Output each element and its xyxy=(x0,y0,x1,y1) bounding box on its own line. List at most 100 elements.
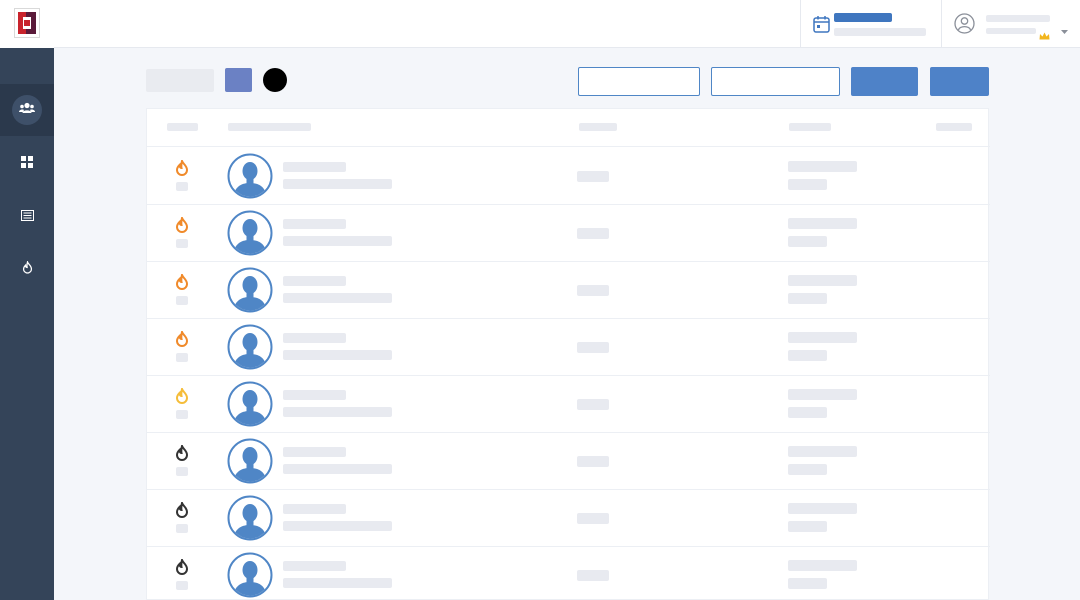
fire-icon xyxy=(175,214,189,233)
app-root xyxy=(0,0,1080,600)
filter-input-1[interactable] xyxy=(578,67,700,96)
email-placeholder xyxy=(283,578,392,588)
col4-line1-placeholder xyxy=(788,389,857,400)
primary-button-2[interactable] xyxy=(930,67,989,96)
leads-table xyxy=(146,108,990,600)
col4-line2-placeholder xyxy=(788,350,827,361)
avatar[interactable] xyxy=(227,381,273,427)
avatar[interactable] xyxy=(227,267,273,313)
filter-input-2[interactable] xyxy=(711,67,840,96)
status-label-placeholder xyxy=(176,182,188,191)
avatar[interactable] xyxy=(227,438,273,484)
header-col-name xyxy=(228,123,311,131)
date-label-bar xyxy=(834,13,892,22)
fire-icon xyxy=(175,499,189,518)
sidebar-item-users[interactable] xyxy=(0,84,54,136)
col4-line1-placeholder xyxy=(788,275,857,286)
list-icon xyxy=(20,208,34,226)
fire-icon xyxy=(175,385,189,404)
avatar[interactable] xyxy=(227,495,273,541)
name-placeholder xyxy=(283,162,346,172)
sidebar-item-dashboard[interactable] xyxy=(0,138,54,190)
brand-logo-icon xyxy=(14,8,40,38)
sidebar-item-list[interactable] xyxy=(0,191,54,243)
fire-icon xyxy=(175,157,189,176)
fire-icon xyxy=(175,328,189,347)
col4-line1-placeholder xyxy=(788,560,857,571)
chevron-down-icon[interactable] xyxy=(1061,21,1068,39)
user-circle-icon xyxy=(954,13,975,39)
name-placeholder xyxy=(283,561,346,571)
table-row[interactable] xyxy=(147,376,990,433)
email-placeholder xyxy=(283,236,392,246)
sidebar-item-fire[interactable] xyxy=(0,244,54,296)
col4-line2-placeholder xyxy=(788,521,827,532)
color-swatch[interactable] xyxy=(225,68,252,92)
table-row[interactable] xyxy=(147,547,990,600)
col3-placeholder xyxy=(577,513,609,524)
col4-line1-placeholder xyxy=(788,332,857,343)
col3-placeholder xyxy=(577,171,609,182)
email-placeholder xyxy=(283,464,392,474)
col4-line1-placeholder xyxy=(788,446,857,457)
name-placeholder xyxy=(283,219,346,229)
calendar-icon xyxy=(813,15,830,38)
name-placeholder xyxy=(283,390,346,400)
date-sub-bar xyxy=(834,28,926,36)
avatar[interactable] xyxy=(227,324,273,370)
user-role-bar xyxy=(986,28,1036,34)
status-label-placeholder xyxy=(176,239,188,248)
col4-line2-placeholder xyxy=(788,407,827,418)
toolbar-label-placeholder xyxy=(146,69,214,92)
user-name-bar xyxy=(986,15,1050,22)
dashboard-grid-icon xyxy=(21,155,33,173)
date-selector[interactable] xyxy=(800,0,941,48)
status-label-placeholder xyxy=(176,581,188,590)
col4-line2-placeholder xyxy=(788,464,827,475)
col3-placeholder xyxy=(577,570,609,581)
logo-container[interactable] xyxy=(0,0,54,48)
top-bar xyxy=(54,0,1080,48)
table-row[interactable] xyxy=(147,148,990,205)
fire-icon xyxy=(175,556,189,575)
col4-line2-placeholder xyxy=(788,179,827,190)
status-label-placeholder xyxy=(176,524,188,533)
email-placeholder xyxy=(283,407,392,417)
header-col-3 xyxy=(579,123,617,131)
status-dot[interactable] xyxy=(263,68,287,92)
col3-placeholder xyxy=(577,285,609,296)
email-placeholder xyxy=(283,179,392,189)
table-row[interactable] xyxy=(147,262,990,319)
col4-line1-placeholder xyxy=(788,161,857,172)
col3-placeholder xyxy=(577,228,609,239)
col4-line2-placeholder xyxy=(788,293,827,304)
fire-icon xyxy=(175,442,189,461)
col3-placeholder xyxy=(577,456,609,467)
col3-placeholder xyxy=(577,342,609,353)
email-placeholder xyxy=(283,521,392,531)
table-row[interactable] xyxy=(147,433,990,490)
crown-icon xyxy=(1039,27,1050,45)
fire-icon xyxy=(22,259,33,279)
status-label-placeholder xyxy=(176,410,188,419)
status-label-placeholder xyxy=(176,296,188,305)
avatar[interactable] xyxy=(227,552,273,598)
avatar[interactable] xyxy=(227,210,273,256)
table-row[interactable] xyxy=(147,490,990,547)
col4-line1-placeholder xyxy=(788,218,857,229)
table-row[interactable] xyxy=(147,205,990,262)
primary-button-1[interactable] xyxy=(851,67,918,96)
name-placeholder xyxy=(283,276,346,286)
avatar[interactable] xyxy=(227,153,273,199)
table-row[interactable] xyxy=(147,319,990,376)
name-placeholder xyxy=(283,333,346,343)
email-placeholder xyxy=(283,293,392,303)
col4-line2-placeholder xyxy=(788,578,827,589)
header-col-status xyxy=(167,123,198,131)
name-placeholder xyxy=(283,504,346,514)
header-col-5 xyxy=(936,123,972,131)
col4-line2-placeholder xyxy=(788,236,827,247)
user-menu[interactable] xyxy=(941,0,1080,48)
col4-line1-placeholder xyxy=(788,503,857,514)
header-col-4 xyxy=(789,123,831,131)
